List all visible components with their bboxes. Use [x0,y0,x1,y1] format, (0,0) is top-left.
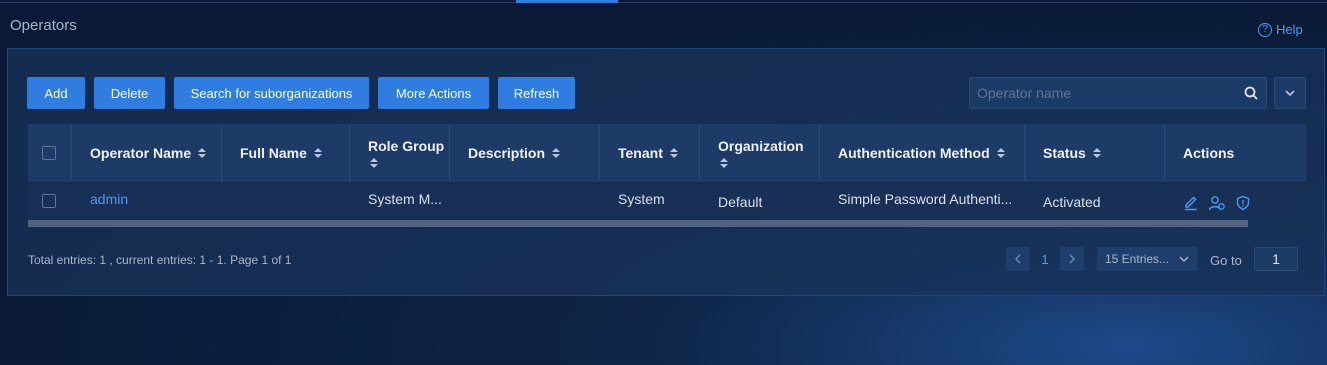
goto-page-input[interactable] [1254,247,1298,271]
column-label: Description [468,145,546,161]
organization-cell: Default [718,194,763,210]
authentication-method-cell: Simple Password Authenti... [838,191,1013,207]
sort-icon[interactable] [996,148,1005,158]
actions-cell [1183,185,1251,221]
chevron-right-icon [1069,254,1076,264]
column-label: Status [1043,145,1086,161]
column-header-description[interactable]: Description [468,124,561,182]
refresh-button[interactable]: Refresh [498,77,575,109]
page-title: Operators [10,17,77,34]
column-label: Operator Name [90,145,192,161]
goto-label: Go to [1210,253,1242,268]
next-page-button[interactable] [1060,247,1084,271]
top-rule [0,2,1327,3]
sort-icon[interactable] [313,148,322,158]
more-actions-button[interactable]: More Actions [378,77,489,109]
sort-icon[interactable] [370,158,378,168]
column-header-organization[interactable]: Organization [718,124,804,182]
tenant-cell: System [618,191,665,207]
page-number-current[interactable]: 1 [1036,247,1054,271]
column-label: Organization [718,138,804,154]
table-header: Operator Name Full Name Role Group Descr… [28,124,1306,182]
help-circle-icon: ? [1258,22,1272,37]
active-tab-indicator [516,0,618,3]
operator-search [969,77,1267,109]
search-options-dropdown[interactable] [1274,77,1306,109]
row-checkbox[interactable] [42,194,56,208]
page-size-label: 15 Entries... [1105,252,1170,266]
row-select-cell [42,183,56,219]
column-header-authentication-method[interactable]: Authentication Method [838,124,1005,182]
column-header-status[interactable]: Status [1043,124,1101,182]
delete-button[interactable]: Delete [94,77,165,109]
sort-icon[interactable] [720,158,728,168]
page-size-select[interactable]: 15 Entries... [1097,247,1197,271]
operators-table: Operator Name Full Name Role Group Descr… [28,124,1306,227]
select-all-checkbox[interactable] [42,146,56,160]
previous-page-button[interactable] [1006,247,1030,271]
sort-icon[interactable] [552,148,561,158]
operators-panel: Add Delete Search for suborganizations M… [7,48,1325,296]
column-label: Tenant [618,145,663,161]
column-header-full-name[interactable]: Full Name [240,124,322,182]
sort-icon[interactable] [1092,148,1101,158]
shield-icon[interactable] [1235,195,1251,211]
operator-name-link[interactable]: admin [90,181,128,217]
add-button[interactable]: Add [27,77,85,109]
chevron-down-icon [1285,90,1295,97]
column-label: Full Name [240,145,307,161]
column-header-role-group[interactable]: Role Group [368,124,444,182]
chevron-down-icon [1179,256,1189,262]
edit-icon[interactable] [1183,195,1199,211]
column-header-tenant[interactable]: Tenant [618,124,678,182]
status-cell: Activated [1043,194,1101,210]
user-settings-icon[interactable] [1208,195,1226,211]
help-label: Help [1276,22,1303,37]
column-header-actions: Actions [1183,124,1234,182]
role-group-cell: System M... [368,191,442,207]
column-label: Actions [1183,145,1235,161]
sort-icon[interactable] [669,148,678,158]
help-link[interactable]: ? Help [1258,22,1303,37]
pagination-summary: Total entries: 1 , current entries: 1 - … [28,253,292,267]
table-row: admin System M... System Default Simple … [28,182,1306,219]
search-icon[interactable] [1236,78,1266,108]
select-all-cell [42,124,56,182]
search-suborganizations-button[interactable]: Search for suborganizations [174,77,369,109]
column-header-operator-name[interactable]: Operator Name [90,124,207,182]
column-label: Authentication Method [838,145,990,161]
search-input[interactable] [970,78,1236,108]
horizontal-scrollbar[interactable] [28,220,1248,227]
chevron-left-icon [1014,254,1021,264]
column-label: Role Group [368,138,445,154]
sort-icon[interactable] [198,148,207,158]
